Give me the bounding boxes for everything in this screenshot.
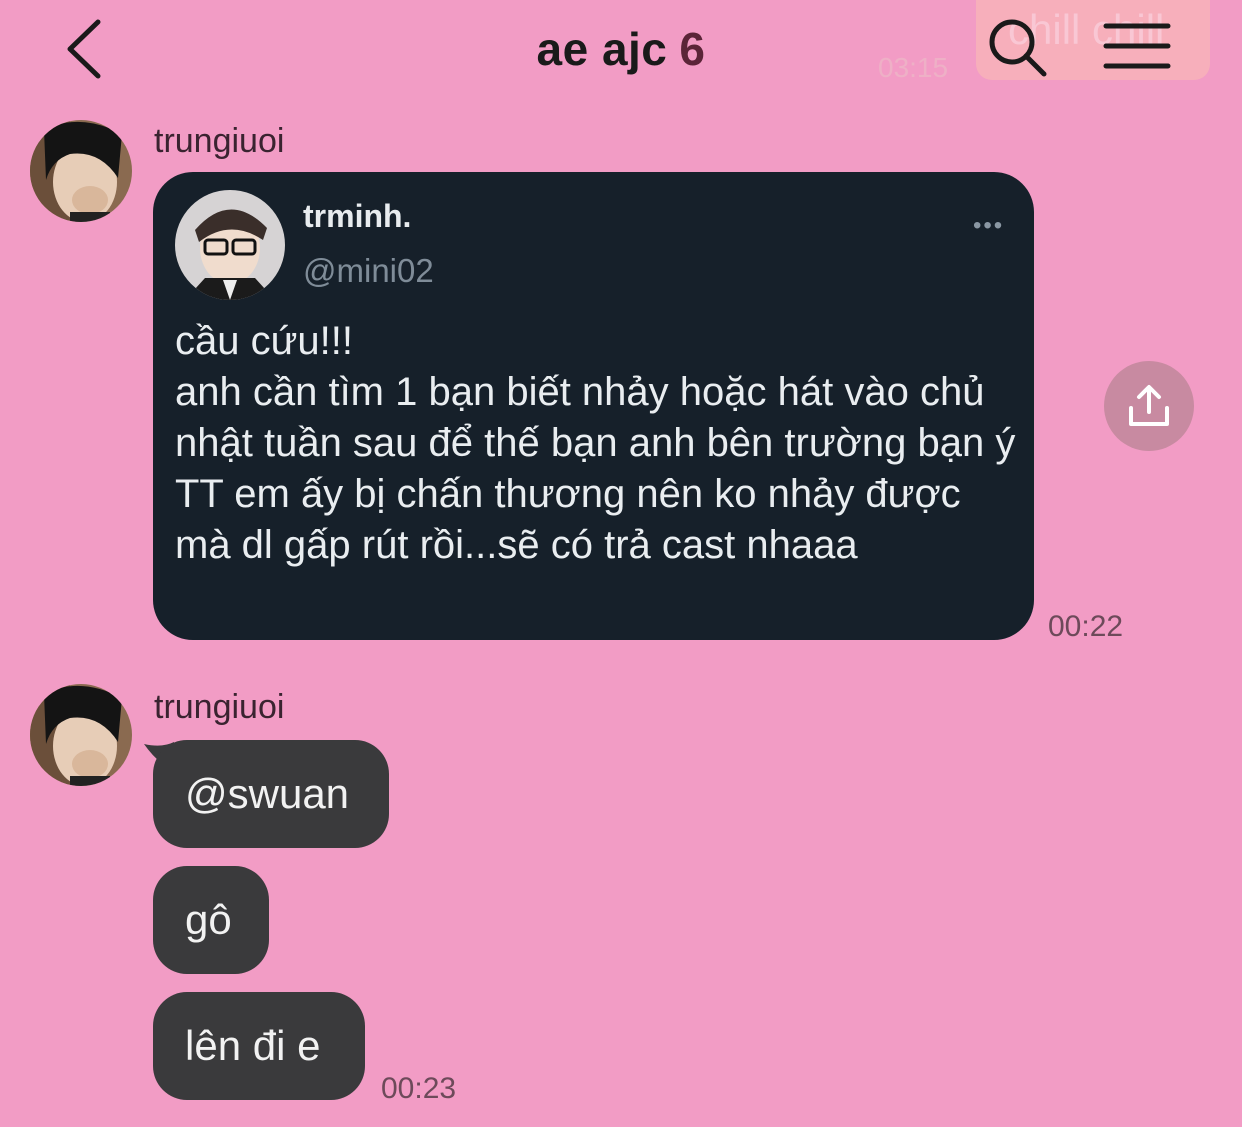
shared-tweet-card[interactable]: trminh. @mini02 ••• cầu cứu!!! anh cần t… <box>153 172 1034 640</box>
tweet-author-avatar <box>175 190 285 300</box>
tweet-author-name: trminh. <box>303 198 412 234</box>
chat-header: chill chill 03:15 ae ajc 6 <box>0 0 1242 100</box>
sender-avatar[interactable] <box>30 684 132 786</box>
message-text: gô <box>185 896 232 943</box>
member-count: 6 <box>679 23 706 75</box>
share-icon <box>1129 385 1169 426</box>
hamburger-menu-icon <box>1103 23 1171 69</box>
sender-avatar[interactable] <box>30 120 132 222</box>
message-bubble[interactable]: @swuan <box>153 740 389 848</box>
message-timestamp: 00:23 <box>381 1072 457 1105</box>
chat-name: ae ajc <box>536 23 668 75</box>
message-bubble[interactable]: gô <box>153 866 269 974</box>
tweet-author-handle: @mini02 <box>303 252 434 289</box>
sender-name: trungiuoi <box>154 122 285 160</box>
tweet-body: cầu cứu!!! anh cần tìm 1 bạn biết nhảy h… <box>175 319 1016 567</box>
message-text: @swuan <box>185 770 350 817</box>
share-button[interactable] <box>1104 361 1194 451</box>
message-bubble[interactable]: lên đi e <box>153 992 365 1100</box>
message-text: lên đi e <box>185 1022 321 1069</box>
menu-button[interactable] <box>1100 16 1174 76</box>
message-timestamp: 00:22 <box>1048 610 1124 643</box>
search-icon <box>989 19 1047 77</box>
chat-title: ae ajc 6 <box>0 22 1242 76</box>
sender-name: trungiuoi <box>154 688 285 726</box>
search-button[interactable] <box>984 14 1050 80</box>
more-options-icon[interactable]: ••• <box>973 212 1004 240</box>
